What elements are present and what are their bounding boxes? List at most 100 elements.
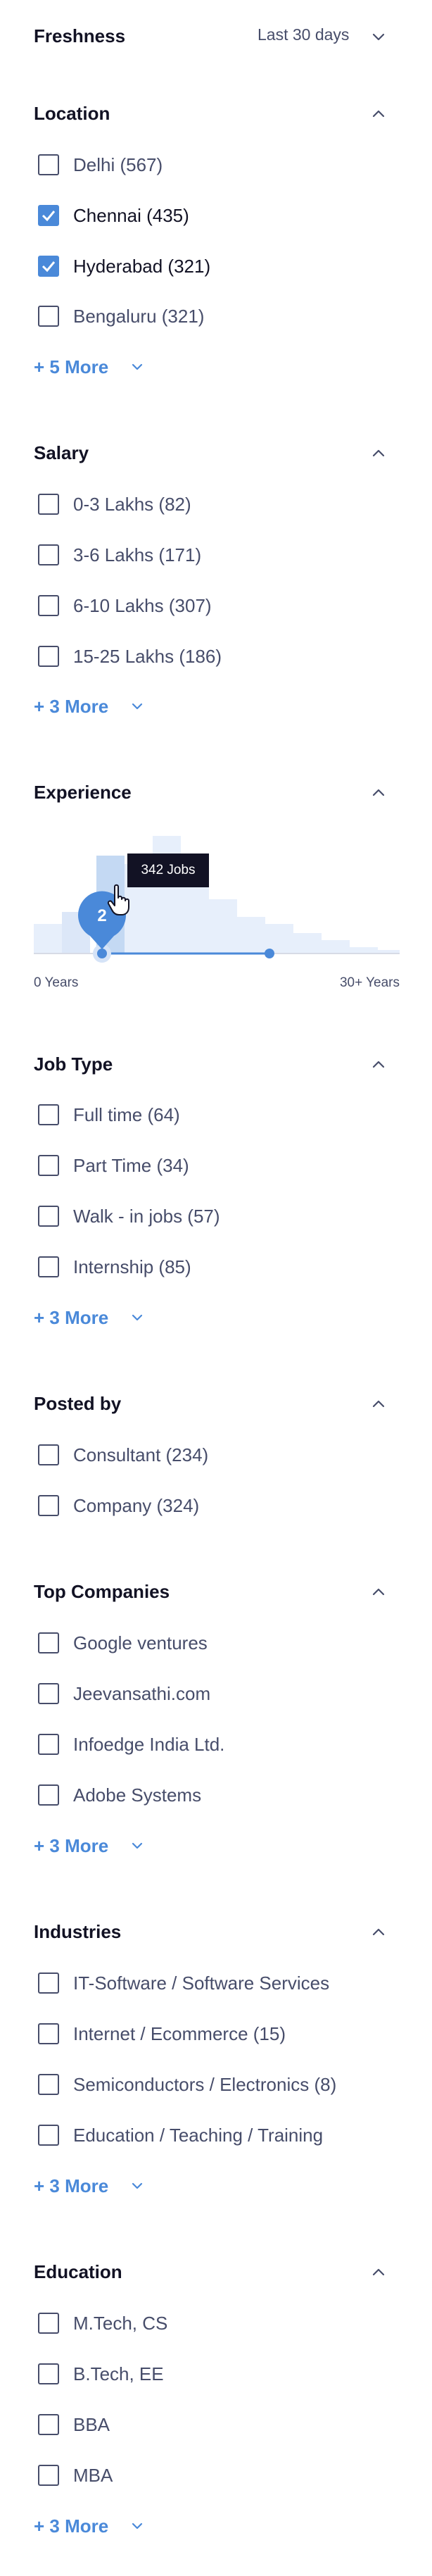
location-checkbox-hyderabad[interactable] [38, 256, 59, 277]
freshness-title: Freshness [34, 25, 126, 46]
slider-value: 2 [97, 906, 106, 925]
location-checkbox-bengaluru[interactable] [38, 306, 59, 327]
industry-checkbox[interactable] [38, 2125, 59, 2146]
location-option-label: Hyderabad (321) [73, 256, 211, 277]
location-checkbox-delhi[interactable] [38, 154, 59, 175]
education-option-label: M.Tech, CS [73, 2313, 168, 2334]
salary-checkbox[interactable] [38, 646, 59, 667]
histogram-bar [237, 917, 265, 954]
salary-checkbox[interactable] [38, 494, 59, 515]
location-option-label: Delhi (567) [73, 154, 163, 175]
company-option-label: Jeevansathi.com [73, 1683, 211, 1704]
experience-tooltip: 342 Jobs [127, 854, 209, 887]
job-type-option-label: Internship (85) [73, 1256, 191, 1277]
industry-checkbox[interactable] [38, 1972, 59, 1994]
hand-cursor-icon [107, 884, 129, 915]
experience-title: Experience [34, 782, 132, 803]
education-checkbox[interactable] [38, 2313, 59, 2334]
education-more-button[interactable]: + 3 More [34, 2515, 108, 2537]
chevron-up-icon[interactable] [370, 1583, 387, 1600]
location-more-button[interactable]: + 5 More [34, 356, 108, 378]
chevron-down-icon[interactable] [129, 359, 145, 375]
industry-checkbox[interactable] [38, 2074, 59, 2095]
histogram-bar [209, 899, 237, 954]
posted-by-checkbox[interactable] [38, 1444, 59, 1465]
posted-by-option-label: Company (324) [73, 1495, 200, 1516]
company-option-label: Google ventures [73, 1632, 208, 1653]
industry-checkbox[interactable] [38, 2023, 59, 2044]
industry-option-label: IT-Software / Software Services [73, 1972, 330, 1994]
chevron-down-icon[interactable] [129, 2518, 145, 2534]
salary-option-label: 6-10 Lakhs (307) [73, 595, 212, 616]
chevron-up-icon[interactable] [370, 444, 387, 461]
company-checkbox[interactable] [38, 1734, 59, 1755]
job-type-checkbox[interactable] [38, 1104, 59, 1125]
slider-min-handle[interactable] [97, 949, 107, 958]
experience-max-label: 30+ Years [339, 975, 400, 990]
experience-histogram: 2 [34, 836, 400, 963]
top-companies-more-button[interactable]: + 3 More [34, 1835, 108, 1857]
industry-option-label: Education / Teaching / Training [73, 2125, 324, 2146]
salary-option-label: 0-3 Lakhs (82) [73, 494, 191, 515]
chevron-down-icon[interactable] [370, 29, 387, 46]
chevron-down-icon[interactable] [129, 2178, 145, 2194]
chevron-up-icon[interactable] [370, 105, 387, 122]
chevron-down-icon[interactable] [129, 699, 145, 714]
posted-by-title: Posted by [34, 1393, 122, 1414]
company-checkbox[interactable] [38, 1784, 59, 1806]
salary-title: Salary [34, 442, 89, 463]
job-type-title: Job Type [34, 1053, 113, 1075]
job-type-checkbox[interactable] [38, 1206, 59, 1227]
job-type-option-label: Walk - in jobs (57) [73, 1206, 220, 1227]
chevron-up-icon[interactable] [370, 1056, 387, 1073]
location-option-label: Bengaluru (321) [73, 306, 205, 327]
slider-max-handle[interactable] [265, 949, 274, 958]
education-option-label: B.Tech, EE [73, 2363, 164, 2384]
chevron-up-icon[interactable] [370, 784, 387, 801]
location-checkbox-chennai[interactable] [38, 205, 59, 226]
industry-option-label: Internet / Ecommerce (15) [73, 2023, 286, 2044]
salary-checkbox[interactable] [38, 544, 59, 565]
posted-by-option-label: Consultant (234) [73, 1444, 209, 1465]
job-type-checkbox[interactable] [38, 1155, 59, 1176]
location-option-label: Chennai (435) [73, 205, 189, 226]
education-checkbox[interactable] [38, 2363, 59, 2384]
histogram-bar [34, 924, 62, 954]
company-option-label: Infoedge India Ltd. [73, 1734, 225, 1755]
histogram-bar [293, 933, 322, 954]
company-checkbox[interactable] [38, 1683, 59, 1704]
histogram-bar [350, 947, 378, 954]
chevron-up-icon[interactable] [370, 2263, 387, 2280]
education-option-label: MBA [73, 2465, 113, 2486]
chevron-down-icon[interactable] [129, 1310, 145, 1325]
location-title: Location [34, 103, 110, 124]
industry-option-label: Semiconductors / Electronics (8) [73, 2074, 337, 2095]
freshness-dropdown[interactable]: Last 30 days [258, 25, 349, 44]
education-checkbox[interactable] [38, 2414, 59, 2435]
industries-title: Industries [34, 1921, 122, 1942]
salary-option-label: 15-25 Lakhs (186) [73, 646, 222, 667]
job-type-option-label: Part Time (34) [73, 1155, 189, 1176]
posted-by-checkbox[interactable] [38, 1495, 59, 1516]
company-option-label: Adobe Systems [73, 1784, 202, 1806]
salary-more-button[interactable]: + 3 More [34, 696, 108, 718]
chevron-down-icon[interactable] [129, 1838, 145, 1853]
salary-checkbox[interactable] [38, 595, 59, 616]
chevron-up-icon[interactable] [370, 1923, 387, 1940]
filters-panel: Freshness Last 30 days Location Delhi (5… [0, 0, 432, 2576]
experience-min-label: 0 Years [34, 975, 79, 990]
education-checkbox[interactable] [38, 2465, 59, 2486]
job-type-checkbox[interactable] [38, 1256, 59, 1277]
job-type-option-label: Full time (64) [73, 1104, 180, 1125]
industries-more-button[interactable]: + 3 More [34, 2175, 108, 2197]
education-title: Education [34, 2261, 122, 2282]
check-icon [42, 211, 56, 222]
top-companies-title: Top Companies [34, 1581, 170, 1602]
education-option-label: BBA [73, 2414, 110, 2435]
histogram-bar [322, 940, 350, 954]
chevron-up-icon[interactable] [370, 1395, 387, 1412]
check-icon [42, 261, 56, 273]
company-checkbox[interactable] [38, 1632, 59, 1653]
salary-option-label: 3-6 Lakhs (171) [73, 544, 202, 565]
job-type-more-button[interactable]: + 3 More [34, 1307, 108, 1329]
